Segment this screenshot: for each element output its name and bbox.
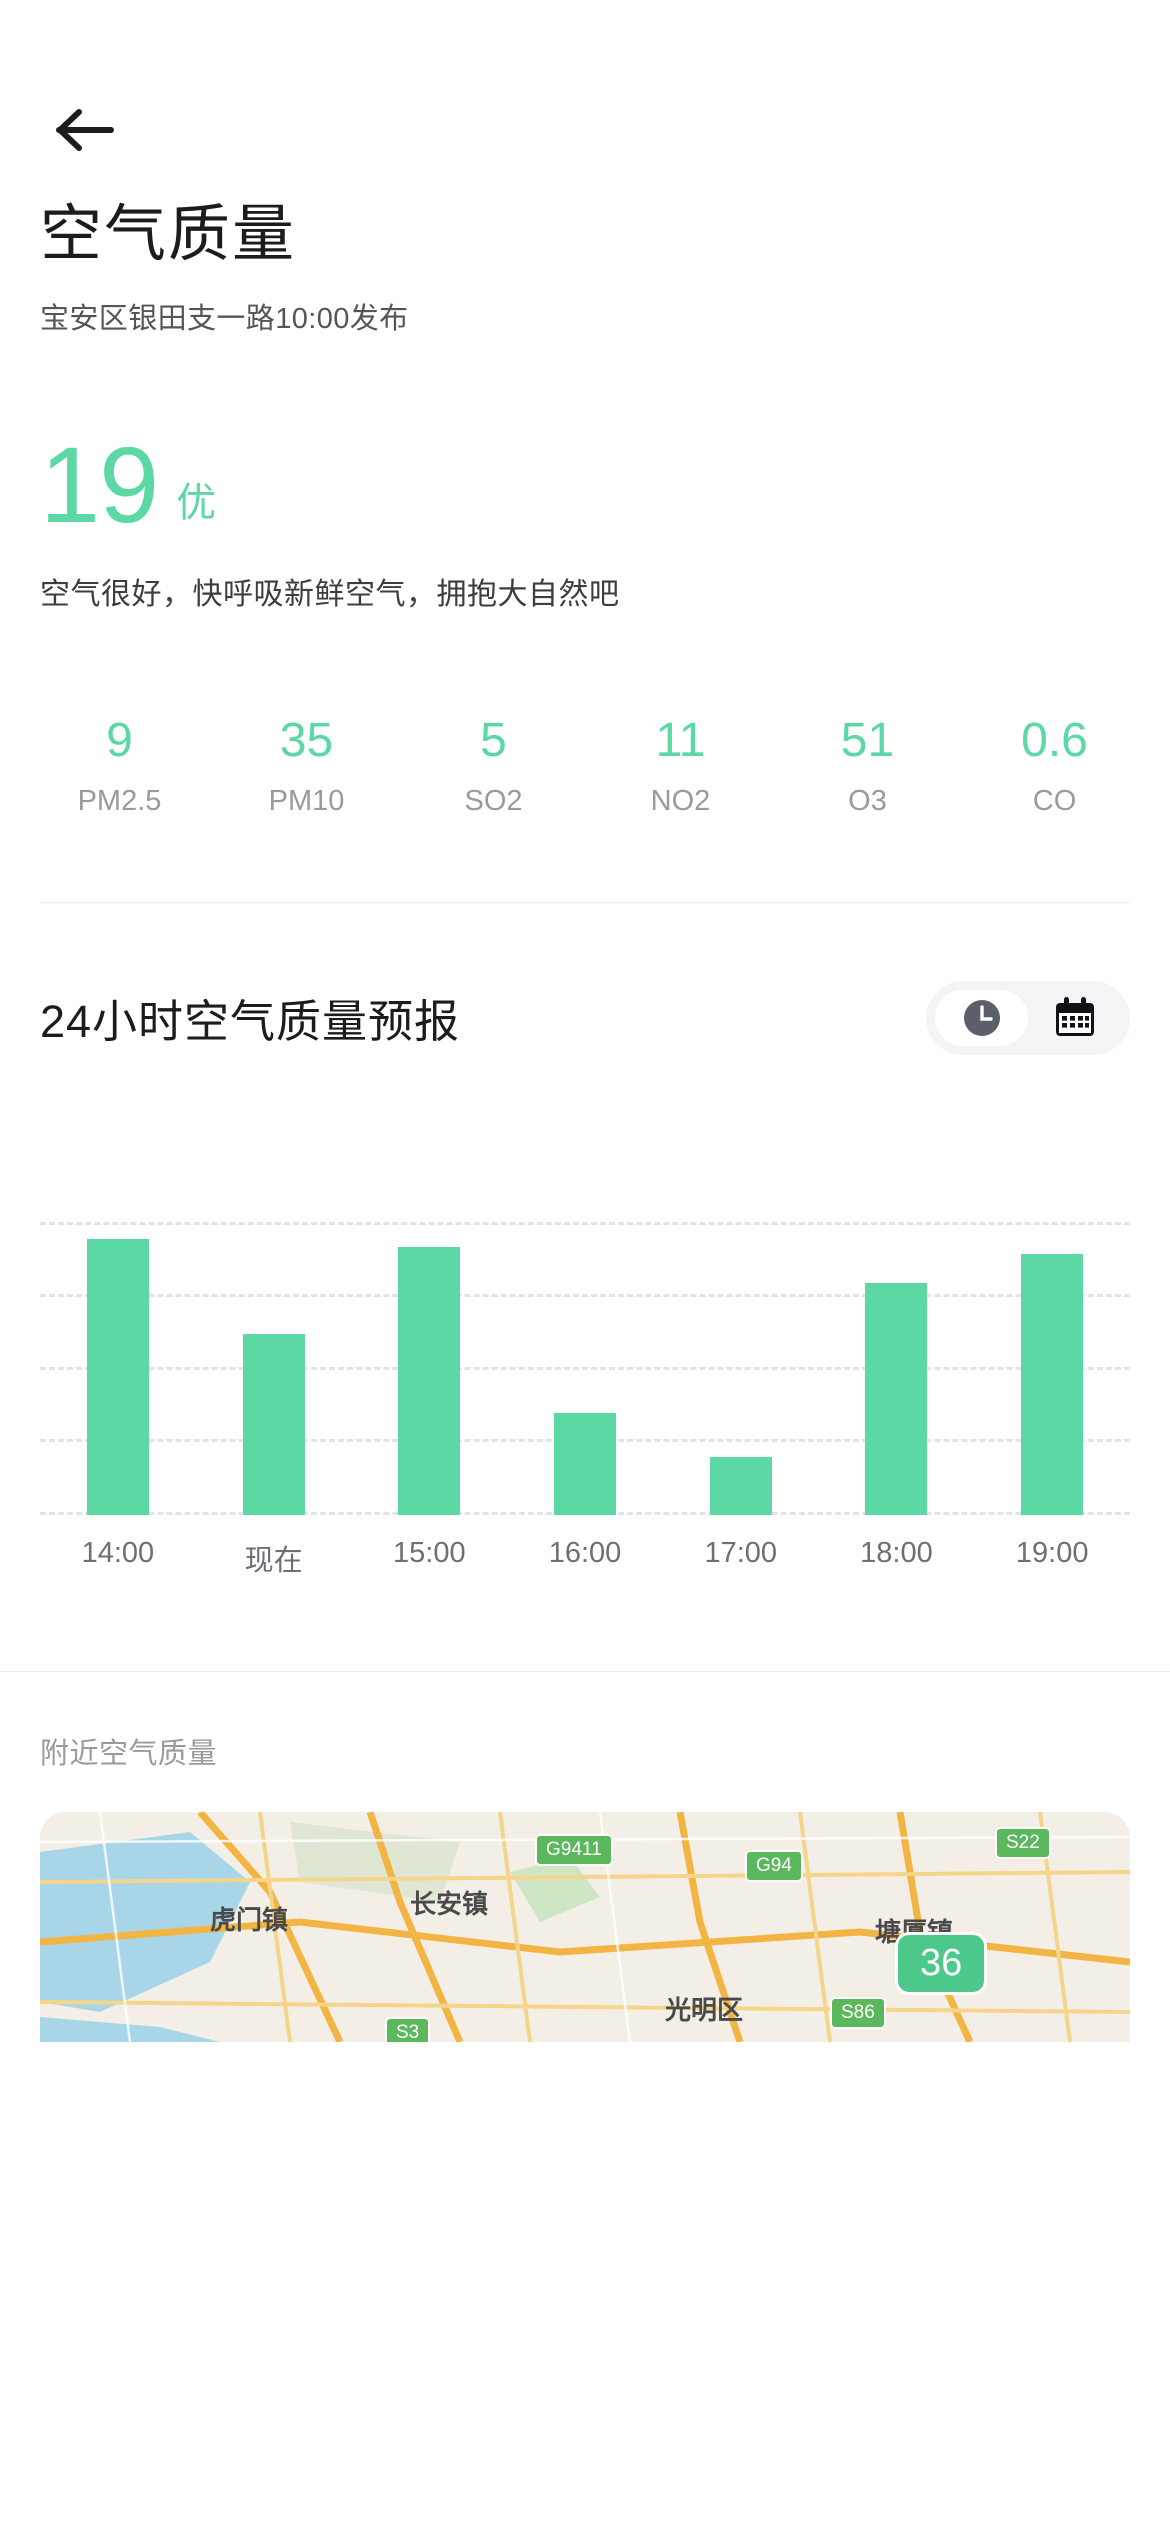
pollutant-value: 11 [655, 713, 706, 767]
pollutant-item: 9 PM2.5 [26, 713, 213, 818]
chart-x-label: 17:00 [704, 1536, 778, 1569]
chart-x-label: 14:00 [81, 1536, 155, 1569]
station-timestamp: 宝安区银田支一路10:00发布 [40, 303, 409, 336]
nearby-map[interactable]: 虎门镇 长安镇 塘厦镇 光明区 G9411 G94 S22 S86 S3 36 [40, 1811, 1130, 2042]
chart-x-label: 现在 [244, 1544, 303, 1577]
pollutant-value: 5 [480, 713, 507, 767]
aqi-level-label: 优 [176, 481, 217, 526]
pollutant-label: CO [1032, 784, 1077, 817]
road-shield: S3 [385, 2016, 431, 2042]
page-title: 空气质量 [40, 200, 297, 269]
pollutant-label: PM10 [268, 784, 345, 817]
chart-x-axis: 14:00 现在 15:00 16:00 17:00 18:00 19:00 [40, 1537, 1130, 1579]
pollutant-label: O3 [848, 784, 887, 817]
page-header: 空气质量 宝安区银田支一路10:00发布 [0, 200, 1170, 337]
chart-x-label: 19:00 [1015, 1536, 1089, 1569]
chart-x-label: 16:00 [548, 1536, 622, 1569]
pollutant-item: 51 O3 [774, 713, 961, 818]
pollutant-item: 35 PM10 [213, 713, 400, 818]
pollutant-list: 9 PM2.5 35 PM10 5 SO2 11 NO2 51 O3 0.6 C… [0, 713, 1170, 818]
chart-bar[interactable] [86, 1239, 149, 1515]
pollutant-label: NO2 [650, 784, 711, 817]
map-label: 虎门镇 [210, 1904, 289, 1935]
nearby-title: 附近空气质量 [40, 1737, 218, 1770]
pollutant-item: 0.6 CO [961, 713, 1148, 818]
section-divider-bottom [0, 1670, 1170, 1672]
map-label: 长安镇 [410, 1888, 489, 1919]
chart-bar-slot[interactable] [974, 1167, 1130, 1515]
pollutant-value: 35 [279, 713, 334, 767]
forecast-chart: 14:00 现在 15:00 16:00 17:00 18:00 19:00 [0, 1167, 1170, 1579]
chart-bar-slot[interactable] [196, 1167, 352, 1515]
chart-bar-slot[interactable] [40, 1167, 196, 1515]
chart-plot-area [40, 1167, 1130, 1515]
pollutant-label: SO2 [464, 784, 523, 817]
back-button[interactable] [40, 84, 132, 176]
chart-bar-slot[interactable] [819, 1167, 975, 1515]
chart-bar[interactable] [242, 1333, 305, 1515]
chart-bar[interactable] [554, 1413, 617, 1515]
nearby-section: 附近空气质量 [0, 1730, 1170, 1772]
aqi-summary: 19 优 空气很好，快呼吸新鲜空气，拥抱大自然吧 [0, 424, 1170, 612]
section-divider [40, 901, 1130, 903]
road-shield: S86 [830, 1996, 886, 2029]
pollutant-value: 51 [840, 713, 895, 767]
road-shield: S22 [995, 1826, 1051, 1859]
pollutant-item: 5 SO2 [400, 713, 587, 818]
chart-bar-slot[interactable] [663, 1167, 819, 1515]
road-shield: G94 [745, 1849, 803, 1882]
road-shield: G9411 [535, 1833, 613, 1866]
back-arrow-icon [56, 109, 114, 151]
pollutant-value: 9 [106, 713, 133, 767]
map-aqi-badge[interactable]: 36 [895, 1931, 988, 1995]
chart-x-label: 18:00 [860, 1536, 933, 1569]
chart-bar-slot[interactable] [351, 1167, 507, 1515]
chart-bars [40, 1167, 1130, 1515]
clock-icon [963, 999, 1000, 1036]
chart-bar[interactable] [709, 1456, 772, 1515]
aqi-description: 空气很好，快呼吸新鲜空气，拥抱大自然吧 [40, 577, 620, 611]
chart-x-label: 15:00 [393, 1536, 466, 1569]
navigation-bar [0, 0, 1170, 200]
toggle-hourly[interactable] [935, 989, 1028, 1046]
aqi-value-row: 19 优 [40, 424, 1130, 546]
forecast-header: 24小时空气质量预报 [0, 980, 1170, 1055]
calendar-icon [1055, 996, 1094, 1036]
air-quality-screen: 空气质量 宝安区银田支一路10:00发布 19 优 空气很好，快呼吸新鲜空气，拥… [0, 0, 1170, 2532]
chart-bar[interactable] [1021, 1253, 1084, 1515]
pollutant-value: 0.6 [1021, 713, 1088, 767]
map-label: 光明区 [665, 1994, 744, 2025]
forecast-mode-toggle[interactable] [926, 980, 1130, 1055]
chart-bar[interactable] [865, 1282, 928, 1515]
chart-bar-slot[interactable] [507, 1167, 663, 1515]
forecast-title: 24小时空气质量预报 [40, 996, 461, 1048]
toggle-daily[interactable] [1028, 990, 1121, 1046]
pollutant-label: PM2.5 [77, 784, 162, 817]
aqi-value: 19 [40, 424, 159, 546]
pollutant-item: 11 NO2 [587, 713, 774, 818]
chart-bar[interactable] [398, 1246, 461, 1515]
